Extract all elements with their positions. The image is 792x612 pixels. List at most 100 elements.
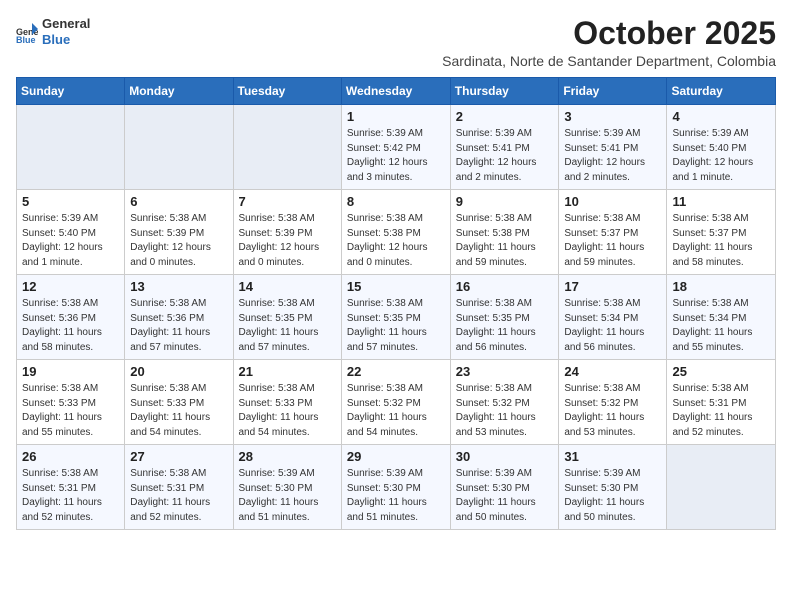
day-header-sunday: Sunday	[17, 78, 125, 105]
day-number: 4	[672, 109, 770, 124]
calendar-cell: 12 Sunrise: 5:38 AMSunset: 5:36 PMDayligh…	[17, 275, 125, 360]
day-info: Sunrise: 5:39 AMSunset: 5:30 PMDaylight:…	[564, 467, 661, 525]
title-block: October 2025 Sardinata, Norte de Santand…	[442, 16, 776, 69]
day-number: 6	[130, 194, 227, 209]
day-info: Sunrise: 5:38 AMSunset: 5:38 PMDaylight:…	[347, 212, 445, 270]
day-info: Sunrise: 5:38 AMSunset: 5:35 PMDaylight:…	[456, 297, 554, 355]
calendar-cell	[233, 105, 341, 190]
calendar-cell: 6 Sunrise: 5:38 AMSunset: 5:39 PMDaylight…	[125, 190, 233, 275]
calendar-cell	[17, 105, 125, 190]
calendar-cell: 16 Sunrise: 5:38 AMSunset: 5:35 PMDayligh…	[450, 275, 559, 360]
day-info: Sunrise: 5:38 AMSunset: 5:31 PMDaylight:…	[672, 382, 770, 440]
calendar-cell	[125, 105, 233, 190]
calendar-cell: 1 Sunrise: 5:39 AMSunset: 5:42 PMDaylight…	[341, 105, 450, 190]
calendar-cell: 10Sunrise: 5:38 AMSunset: 5:37 PMDayligh…	[559, 190, 667, 275]
day-info: Sunrise: 5:38 AMSunset: 5:34 PMDaylight:…	[564, 297, 661, 355]
day-info: Sunrise: 5:38 AMSunset: 5:35 PMDaylight:…	[347, 297, 445, 355]
week-row-5: 26 Sunrise: 5:38 AMSunset: 5:31 PMDayligh…	[17, 445, 776, 530]
calendar-cell: 2 Sunrise: 5:39 AMSunset: 5:41 PMDaylight…	[450, 105, 559, 190]
day-info: Sunrise: 5:38 AMSunset: 5:33 PMDaylight:…	[130, 382, 227, 440]
calendar-cell: 24Sunrise: 5:38 AMSunset: 5:32 PMDayligh…	[559, 360, 667, 445]
subtitle: Sardinata, Norte de Santander Department…	[442, 53, 776, 69]
day-header-friday: Friday	[559, 78, 667, 105]
calendar-cell: 4 Sunrise: 5:39 AMSunset: 5:40 PMDaylight…	[667, 105, 776, 190]
calendar-cell: 21Sunrise: 5:38 AMSunset: 5:33 PMDayligh…	[233, 360, 341, 445]
day-info: Sunrise: 5:39 AMSunset: 5:40 PMDaylight:…	[672, 127, 770, 185]
day-info: Sunrise: 5:38 AMSunset: 5:36 PMDaylight:…	[130, 297, 227, 355]
day-info: Sunrise: 5:38 AMSunset: 5:39 PMDaylight:…	[130, 212, 227, 270]
day-number: 2	[456, 109, 554, 124]
day-number: 27	[130, 449, 227, 464]
day-header-tuesday: Tuesday	[233, 78, 341, 105]
calendar-body: 1 Sunrise: 5:39 AMSunset: 5:42 PMDaylight…	[17, 105, 776, 530]
day-info: Sunrise: 5:39 AMSunset: 5:30 PMDaylight:…	[347, 467, 445, 525]
day-number: 23	[456, 364, 554, 379]
day-number: 26	[22, 449, 119, 464]
logo-general-text: General	[42, 16, 90, 32]
day-info: Sunrise: 5:38 AMSunset: 5:34 PMDaylight:…	[672, 297, 770, 355]
day-number: 28	[239, 449, 336, 464]
calendar-cell: 25 Sunrise: 5:38 AMSunset: 5:31 PMDayligh…	[667, 360, 776, 445]
day-info: Sunrise: 5:38 AMSunset: 5:33 PMDaylight:…	[22, 382, 119, 440]
day-header-saturday: Saturday	[667, 78, 776, 105]
header: General Blue General Blue October 2025 S…	[16, 16, 776, 69]
day-info: Sunrise: 5:38 AMSunset: 5:36 PMDaylight:…	[22, 297, 119, 355]
day-number: 18	[672, 279, 770, 294]
calendar-cell: 7 Sunrise: 5:38 AMSunset: 5:39 PMDaylight…	[233, 190, 341, 275]
day-info: Sunrise: 5:39 AMSunset: 5:41 PMDaylight:…	[456, 127, 554, 185]
day-info: Sunrise: 5:38 AMSunset: 5:33 PMDaylight:…	[239, 382, 336, 440]
calendar-cell: 8Sunrise: 5:38 AMSunset: 5:38 PMDaylight…	[341, 190, 450, 275]
day-number: 14	[239, 279, 336, 294]
calendar-cell: 9 Sunrise: 5:38 AMSunset: 5:38 PMDaylight…	[450, 190, 559, 275]
calendar-cell: 22 Sunrise: 5:38 AMSunset: 5:32 PMDayligh…	[341, 360, 450, 445]
calendar-cell: 17 Sunrise: 5:38 AMSunset: 5:34 PMDayligh…	[559, 275, 667, 360]
calendar-cell: 29Sunrise: 5:39 AMSunset: 5:30 PMDayligh…	[341, 445, 450, 530]
calendar-cell: 5Sunrise: 5:39 AMSunset: 5:40 PMDaylight…	[17, 190, 125, 275]
week-row-3: 12 Sunrise: 5:38 AMSunset: 5:36 PMDayligh…	[17, 275, 776, 360]
calendar-cell: 14 Sunrise: 5:38 AMSunset: 5:35 PMDayligh…	[233, 275, 341, 360]
days-of-week-row: SundayMondayTuesdayWednesdayThursdayFrid…	[17, 78, 776, 105]
day-number: 16	[456, 279, 554, 294]
day-info: Sunrise: 5:39 AMSunset: 5:41 PMDaylight:…	[564, 127, 661, 185]
calendar-cell: 13 Sunrise: 5:38 AMSunset: 5:36 PMDayligh…	[125, 275, 233, 360]
day-number: 7	[239, 194, 336, 209]
logo: General Blue General Blue	[16, 16, 90, 47]
logo-blue-text: Blue	[42, 32, 90, 48]
day-info: Sunrise: 5:38 AMSunset: 5:32 PMDaylight:…	[564, 382, 661, 440]
day-number: 11	[672, 194, 770, 209]
calendar-cell: 3 Sunrise: 5:39 AMSunset: 5:41 PMDaylight…	[559, 105, 667, 190]
day-info: Sunrise: 5:38 AMSunset: 5:32 PMDaylight:…	[347, 382, 445, 440]
day-header-wednesday: Wednesday	[341, 78, 450, 105]
day-info: Sunrise: 5:39 AMSunset: 5:42 PMDaylight:…	[347, 127, 445, 185]
calendar-cell: 30Sunrise: 5:39 AMSunset: 5:30 PMDayligh…	[450, 445, 559, 530]
week-row-1: 1 Sunrise: 5:39 AMSunset: 5:42 PMDaylight…	[17, 105, 776, 190]
day-header-thursday: Thursday	[450, 78, 559, 105]
day-number: 1	[347, 109, 445, 124]
day-info: Sunrise: 5:39 AMSunset: 5:30 PMDaylight:…	[239, 467, 336, 525]
day-info: Sunrise: 5:39 AMSunset: 5:30 PMDaylight:…	[456, 467, 554, 525]
day-number: 22	[347, 364, 445, 379]
day-info: Sunrise: 5:38 AMSunset: 5:32 PMDaylight:…	[456, 382, 554, 440]
day-info: Sunrise: 5:38 AMSunset: 5:38 PMDaylight:…	[456, 212, 554, 270]
day-number: 3	[564, 109, 661, 124]
day-number: 12	[22, 279, 119, 294]
day-header-monday: Monday	[125, 78, 233, 105]
day-info: Sunrise: 5:38 AMSunset: 5:37 PMDaylight:…	[564, 212, 661, 270]
calendar-cell: 31 Sunrise: 5:39 AMSunset: 5:30 PMDayligh…	[559, 445, 667, 530]
calendar-header: SundayMondayTuesdayWednesdayThursdayFrid…	[17, 78, 776, 105]
day-info: Sunrise: 5:38 AMSunset: 5:35 PMDaylight:…	[239, 297, 336, 355]
day-number: 17	[564, 279, 661, 294]
day-info: Sunrise: 5:38 AMSunset: 5:37 PMDaylight:…	[672, 212, 770, 270]
day-number: 9	[456, 194, 554, 209]
calendar-cell: 19Sunrise: 5:38 AMSunset: 5:33 PMDayligh…	[17, 360, 125, 445]
calendar-cell	[667, 445, 776, 530]
day-info: Sunrise: 5:38 AMSunset: 5:31 PMDaylight:…	[22, 467, 119, 525]
day-number: 5	[22, 194, 119, 209]
day-number: 31	[564, 449, 661, 464]
day-info: Sunrise: 5:38 AMSunset: 5:39 PMDaylight:…	[239, 212, 336, 270]
calendar-cell: 28 Sunrise: 5:39 AMSunset: 5:30 PMDayligh…	[233, 445, 341, 530]
day-number: 25	[672, 364, 770, 379]
day-number: 13	[130, 279, 227, 294]
calendar-cell: 18 Sunrise: 5:38 AMSunset: 5:34 PMDayligh…	[667, 275, 776, 360]
logo-icon: General Blue	[16, 21, 38, 43]
